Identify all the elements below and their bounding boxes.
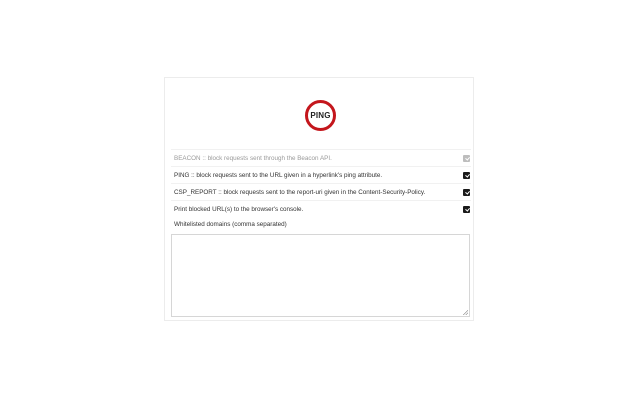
- option-label-csp-report: CSP_REPORT :: block requests sent to the…: [174, 188, 426, 196]
- option-row-ping: PING :: block requests sent to the URL g…: [171, 166, 471, 183]
- whitelist-textarea[interactable]: [171, 234, 470, 317]
- checkbox-ping[interactable]: [463, 171, 470, 179]
- option-row-print-console: Print blocked URL(s) to the browser's co…: [171, 200, 471, 217]
- option-label-print-console: Print blocked URL(s) to the browser's co…: [174, 205, 304, 213]
- checkbox-csp-report[interactable]: [463, 188, 470, 196]
- option-label-beacon: BEACON :: block requests sent through th…: [174, 154, 332, 162]
- ping-logo-icon: PING: [305, 100, 336, 131]
- logo-text: PING: [310, 111, 331, 120]
- checkbox-beacon[interactable]: [463, 154, 470, 162]
- resize-grip-icon[interactable]: [463, 310, 468, 315]
- option-label-ping: PING :: block requests sent to the URL g…: [174, 171, 383, 179]
- option-row-csp-report: CSP_REPORT :: block requests sent to the…: [171, 183, 471, 200]
- checkbox-print-console[interactable]: [463, 205, 470, 213]
- options-panel: PING BEACON :: block requests sent throu…: [164, 77, 474, 321]
- option-row-beacon: BEACON :: block requests sent through th…: [171, 149, 471, 166]
- whitelist-label: Whitelisted domains (comma separated): [174, 221, 287, 228]
